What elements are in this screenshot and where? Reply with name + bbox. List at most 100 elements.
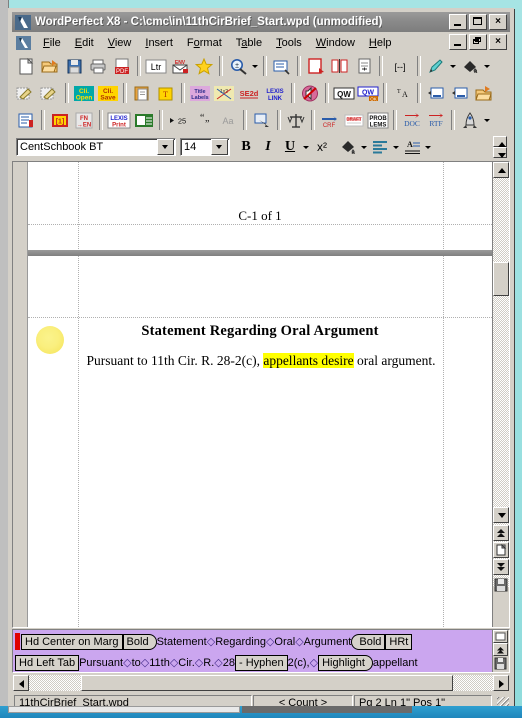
client-open-button[interactable]: Cli. Open [73, 82, 95, 104]
se2d-button[interactable]: SE2d [237, 82, 261, 104]
edit-client-alt-button[interactable] [39, 82, 61, 104]
insert-field-alt-button[interactable] [449, 82, 471, 104]
scroll-up-arrow[interactable] [493, 162, 509, 178]
propertybar-scroll-up[interactable] [493, 136, 507, 147]
hscroll-left-arrow[interactable] [13, 674, 29, 691]
highlight-pen-button[interactable] [425, 55, 447, 77]
insert-page-button[interactable] [353, 55, 375, 77]
publish-to-pdf-button[interactable]: PDF [111, 55, 133, 77]
font-size-combobox[interactable]: 14 [180, 138, 230, 156]
vertical-scrollbar[interactable] [492, 162, 509, 627]
maximize-button[interactable] [469, 14, 487, 30]
scroll-down-arrow[interactable] [493, 507, 509, 523]
superscript-button[interactable]: x² [312, 137, 332, 157]
menu-item-file[interactable]: FFileile [36, 36, 68, 50]
document-page[interactable]: C-1 of 1 Statement Regarding Oral Argume… [28, 162, 492, 627]
reveal-codes-quicksave-icon[interactable] [494, 657, 507, 670]
scales-of-justice-button[interactable] [285, 109, 307, 131]
font-size-dropdown-arrow[interactable] [211, 139, 228, 155]
book-button[interactable] [15, 109, 37, 131]
problems-button[interactable]: PROB LEMS [367, 109, 389, 131]
numbering-button[interactable]: [1] [49, 109, 71, 131]
favorites-button[interactable] [193, 55, 215, 77]
size-1x2-button[interactable]: 1x2 [213, 82, 235, 104]
insert-brackets-button[interactable]: [--] [387, 55, 413, 77]
open-recent-button[interactable] [473, 82, 495, 104]
convert-to-doc-button[interactable]: DOC [401, 109, 423, 131]
change-case-button[interactable]: Aa [217, 109, 239, 131]
justification-dropdown-arrow[interactable] [391, 136, 401, 158]
new-document-button[interactable] [15, 55, 37, 77]
propertybar-scroll-down[interactable] [493, 147, 507, 158]
highlight-bucket-icon[interactable]: a [338, 137, 358, 157]
hscroll-right-arrow[interactable] [493, 674, 509, 691]
underline-button[interactable]: U [280, 137, 300, 157]
letter-format-button[interactable]: Ltr [145, 55, 167, 77]
next-page-button[interactable] [493, 559, 509, 575]
menu-item-edit[interactable]: Edit [68, 36, 101, 50]
green-document-button[interactable] [133, 109, 155, 131]
envelope-button[interactable]: ENV [169, 55, 191, 77]
horizontal-scroll-thumb[interactable] [81, 674, 453, 691]
font-name-combobox[interactable]: CentSchbook BT [16, 138, 176, 156]
close-button[interactable]: × [489, 14, 507, 30]
zoom-dropdown-arrow[interactable] [250, 55, 260, 77]
no-sound-button[interactable] [299, 82, 321, 104]
document-close-button[interactable]: × [489, 34, 507, 50]
font-color-dropdown-arrow[interactable] [482, 55, 492, 77]
reveal-code-hyphen[interactable]: - Hyphen [234, 654, 288, 671]
quicksave-icon[interactable] [494, 578, 508, 592]
columns-button[interactable] [329, 55, 351, 77]
document-menu-icon[interactable] [16, 35, 31, 50]
text-style-dropdown-arrow[interactable] [423, 136, 433, 158]
quote-marks-button[interactable]: “” [193, 109, 215, 131]
reveal-codes-scroll-down[interactable] [493, 643, 508, 656]
save-document-button[interactable] [63, 55, 85, 77]
convert-to-rtf-button[interactable]: RTF [425, 109, 447, 131]
lexis-link-button[interactable]: LEXIS LINK [263, 82, 287, 104]
paste-clipboard-button[interactable] [131, 82, 153, 104]
menu-item-format[interactable]: Format [180, 36, 229, 50]
underline-dropdown-arrow[interactable] [301, 136, 311, 158]
reveal-codes-button[interactable] [271, 55, 293, 77]
menu-item-tools[interactable]: Tools [269, 36, 309, 50]
bold-button[interactable]: B [236, 137, 256, 157]
horizontal-scrollbar[interactable] [12, 674, 510, 691]
highlight-dropdown-arrow[interactable] [448, 55, 458, 77]
macro-play-button[interactable] [459, 109, 481, 131]
menu-item-table[interactable]: Table [229, 36, 269, 50]
document-restore-button[interactable] [469, 34, 487, 50]
reveal-codes-scrollbar[interactable] [492, 630, 509, 672]
highlight-color-dropdown-arrow[interactable] [359, 136, 369, 158]
edit-client-button[interactable] [15, 82, 37, 104]
title-labels-button[interactable]: Title Labels [189, 82, 211, 104]
document-minimize-button[interactable] [449, 34, 467, 50]
zoom-button[interactable]: ± [227, 55, 249, 77]
horizontal-scroll-trough[interactable] [29, 674, 493, 691]
sort-text-button[interactable]: TA [391, 82, 413, 104]
text-style-icon[interactable]: A [402, 137, 422, 157]
lexis-print-button[interactable]: LEXIS Print [107, 109, 131, 131]
menu-item-view[interactable]: View [101, 36, 139, 50]
reveal-codes-pane[interactable]: Hd Center on Marg Bold Statement ◇ Regar… [12, 629, 510, 673]
draft-button[interactable]: DRAFT [343, 109, 365, 131]
cross-reference-button[interactable]: CRF [319, 109, 341, 131]
quickwords-ok-button[interactable]: QW OK [357, 82, 379, 104]
indent-25-button[interactable]: 25 [167, 109, 191, 131]
footnote-endnote-button[interactable]: FN →EN [73, 109, 95, 131]
reveal-code-hrt[interactable]: HRt [385, 633, 413, 650]
document-view[interactable]: C-1 of 1 Statement Regarding Oral Argume… [12, 161, 510, 628]
reveal-code-hd-left-tab[interactable]: Hd Left Tab [15, 654, 80, 671]
macro-dropdown-arrow[interactable] [482, 109, 492, 131]
client-save-button[interactable]: Cli. Save [97, 82, 119, 104]
typeset-button[interactable]: T [155, 82, 177, 104]
menu-item-insert[interactable]: Insert [138, 36, 180, 50]
reveal-codes-content[interactable]: Hd Center on Marg Bold Statement ◇ Regar… [13, 630, 493, 672]
select-object-button[interactable] [251, 109, 273, 131]
menu-item-help[interactable]: Help [362, 36, 399, 50]
print-button[interactable] [87, 55, 109, 77]
minimize-button[interactable] [449, 14, 467, 30]
reveal-codes-scroll-up[interactable] [493, 630, 508, 643]
justification-icon[interactable] [370, 137, 390, 157]
open-document-button[interactable] [39, 55, 61, 77]
